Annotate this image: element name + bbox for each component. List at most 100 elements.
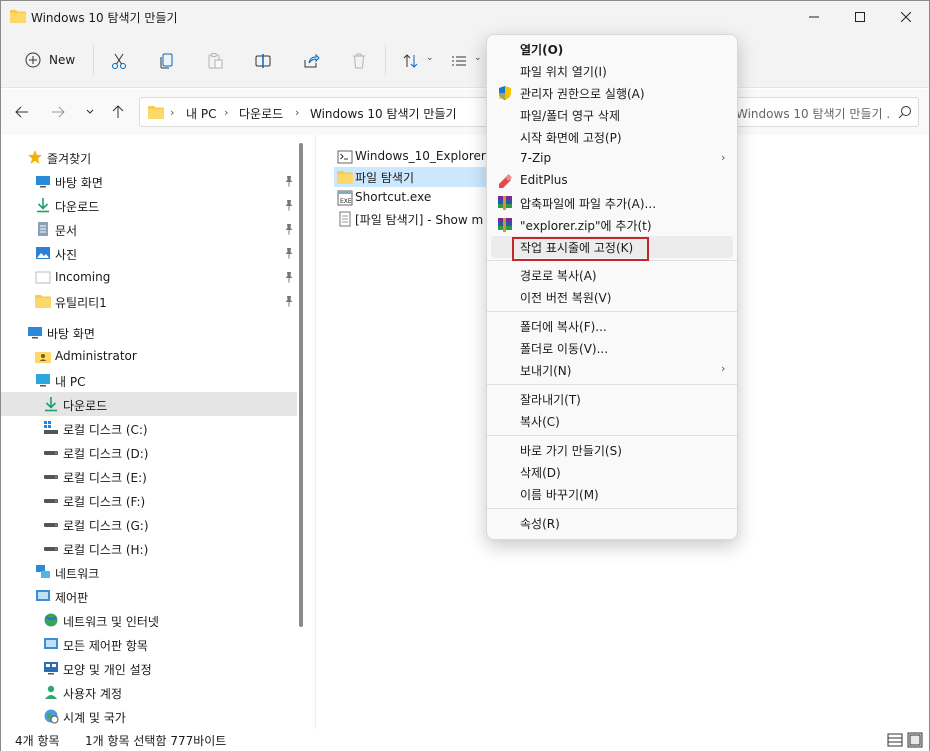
- drive-icon: [43, 492, 59, 508]
- chevron-right-icon[interactable]: ›: [295, 106, 299, 119]
- maximize-button[interactable]: [837, 1, 883, 33]
- breadcrumb-this-pc[interactable]: 내 PC: [186, 105, 216, 122]
- nav-item-label: 모든 제어판 항목: [63, 639, 148, 653]
- desktop-icon: [35, 173, 51, 189]
- share-button[interactable]: [297, 47, 325, 75]
- file-item[interactable]: EXE Shortcut.exe: [334, 188, 494, 208]
- context-menu-item[interactable]: 복사(C): [491, 410, 733, 432]
- details-view-icon[interactable]: [887, 732, 903, 748]
- navigation-pane: 즐겨찾기 바탕 화면 다운로드 문서 사진 Incoming 유틸리티1 바탕 화면 Admin…: [1, 135, 311, 729]
- file-item[interactable]: Windows_10_Explorer.cm: [334, 147, 507, 167]
- view-button[interactable]: [445, 47, 473, 75]
- nav-item-label: 내 PC: [55, 375, 86, 389]
- forward-button[interactable]: [47, 100, 69, 124]
- nav-item[interactable]: 사용자 계정: [1, 680, 297, 704]
- back-button[interactable]: [11, 100, 33, 124]
- context-menu-label: 속성(R): [520, 517, 560, 531]
- context-menu-item[interactable]: EditPlus: [491, 170, 733, 192]
- pin-icon[interactable]: [283, 295, 295, 310]
- nav-item[interactable]: 로컬 디스크 (H:): [1, 536, 297, 560]
- context-menu-label: 바로 가기 만들기(S): [520, 444, 622, 458]
- nav-item[interactable]: 시계 및 국가: [1, 704, 297, 728]
- context-menu-item[interactable]: 삭제(D): [491, 461, 733, 483]
- drive-icon: [43, 468, 59, 484]
- nav-item[interactable]: 로컬 디스크 (F:): [1, 488, 297, 512]
- tiles-view-icon[interactable]: [907, 732, 923, 748]
- minimize-button[interactable]: [791, 1, 837, 33]
- nav-item[interactable]: 문서: [1, 217, 297, 241]
- context-menu-label: "explorer.zip"에 추가(t): [520, 219, 652, 233]
- pin-icon[interactable]: [283, 247, 295, 262]
- nav-item[interactable]: 즐겨찾기: [1, 145, 297, 169]
- context-menu-item[interactable]: 잘라내기(T): [491, 388, 733, 410]
- chevron-down-icon[interactable]: ⌄: [474, 53, 482, 63]
- nav-item[interactable]: 네트워크: [1, 560, 297, 584]
- menu-separator: [487, 435, 737, 436]
- nav-item[interactable]: 다운로드: [1, 193, 297, 217]
- pin-icon[interactable]: [283, 271, 295, 286]
- nav-item[interactable]: Incoming: [1, 265, 297, 289]
- context-menu-item[interactable]: 파일 위치 열기(I): [491, 60, 733, 82]
- delete-button[interactable]: [345, 47, 373, 75]
- nav-item[interactable]: 로컬 디스크 (D:): [1, 440, 297, 464]
- context-menu-item[interactable]: 속성(R): [491, 512, 733, 534]
- trash-icon: [353, 53, 365, 69]
- nav-item[interactable]: 로컬 디스크 (G:): [1, 512, 297, 536]
- scrollbar[interactable]: [299, 143, 303, 627]
- file-item[interactable]: 파일 탐색기: [334, 167, 494, 187]
- context-menu-label: 열기(O): [520, 43, 564, 57]
- context-menu-label: 압축파일에 파일 추가(A)...: [520, 197, 657, 211]
- up-button[interactable]: [107, 100, 129, 124]
- breadcrumb-current-folder[interactable]: Windows 10 탐색기 만들기: [310, 105, 457, 122]
- nav-item[interactable]: 로컬 디스크 (C:): [1, 416, 297, 440]
- pin-icon[interactable]: [283, 199, 295, 214]
- nav-item[interactable]: 사진: [1, 241, 297, 265]
- nav-item[interactable]: Administrator: [1, 344, 297, 368]
- pin-icon[interactable]: [283, 175, 295, 190]
- nav-item-label: 로컬 디스크 (E:): [63, 471, 147, 485]
- sort-button[interactable]: [397, 47, 425, 75]
- context-menu-item[interactable]: 보내기(N) ›: [491, 359, 733, 381]
- context-menu-item[interactable]: 바로 가기 만들기(S): [491, 439, 733, 461]
- chevron-right-icon[interactable]: ›: [170, 106, 174, 119]
- context-menu-item[interactable]: 열기(O): [491, 38, 733, 60]
- context-menu-item[interactable]: 폴더로 이동(V)...: [491, 337, 733, 359]
- nav-item-label: 로컬 디스크 (C:): [63, 423, 148, 437]
- chevron-down-icon[interactable]: ⌄: [426, 53, 434, 63]
- plus-circle-icon: [25, 52, 41, 68]
- nav-item[interactable]: 바탕 화면: [1, 169, 297, 193]
- nav-item[interactable]: 모양 및 개인 설정: [1, 656, 297, 680]
- nav-item[interactable]: 네트워크 및 인터넷: [1, 608, 297, 632]
- nav-item[interactable]: 제어판: [1, 584, 297, 608]
- context-menu-item[interactable]: 폴더에 복사(F)...: [491, 315, 733, 337]
- context-menu-item[interactable]: 시작 화면에 고정(P): [491, 126, 733, 148]
- breadcrumb-downloads[interactable]: 다운로드: [239, 105, 283, 122]
- context-menu-item[interactable]: 압축파일에 파일 추가(A)...: [491, 192, 733, 214]
- nav-item[interactable]: 다운로드: [1, 392, 297, 416]
- context-menu-item[interactable]: 경로로 복사(A): [491, 264, 733, 286]
- context-menu-item[interactable]: 파일/폴더 영구 삭제: [491, 104, 733, 126]
- close-button[interactable]: [883, 1, 929, 33]
- context-menu-item[interactable]: 이전 버전 복원(V): [491, 286, 733, 308]
- context-menu-item[interactable]: 7-Zip ›: [491, 148, 733, 170]
- network-icon: [35, 564, 51, 580]
- recent-locations-button[interactable]: [79, 100, 101, 124]
- context-menu-item[interactable]: "explorer.zip"에 추가(t): [491, 214, 733, 236]
- cut-button[interactable]: [105, 47, 133, 75]
- nav-item[interactable]: 로컬 디스크 (E:): [1, 464, 297, 488]
- rename-button[interactable]: [249, 47, 277, 75]
- chevron-right-icon[interactable]: ›: [224, 106, 228, 119]
- nav-item[interactable]: 내 PC: [1, 368, 297, 392]
- nav-item[interactable]: 모든 제어판 항목: [1, 632, 297, 656]
- file-item[interactable]: [파일 탐색기] - Show m: [334, 209, 494, 229]
- new-button[interactable]: New: [19, 46, 81, 74]
- context-menu-label: 파일/폴더 영구 삭제: [520, 109, 620, 123]
- context-menu-item[interactable]: 이름 바꾸기(M): [491, 483, 733, 505]
- nav-item[interactable]: 바탕 화면: [1, 320, 297, 344]
- pin-icon[interactable]: [283, 223, 295, 238]
- search-input[interactable]: Windows 10 탐색기 만들기 ...: [729, 97, 919, 127]
- context-menu-item[interactable]: 관리자 권한으로 실행(A): [491, 82, 733, 104]
- copy-button[interactable]: [153, 47, 181, 75]
- nav-item[interactable]: 유틸리티1: [1, 289, 297, 313]
- paste-button[interactable]: [201, 47, 229, 75]
